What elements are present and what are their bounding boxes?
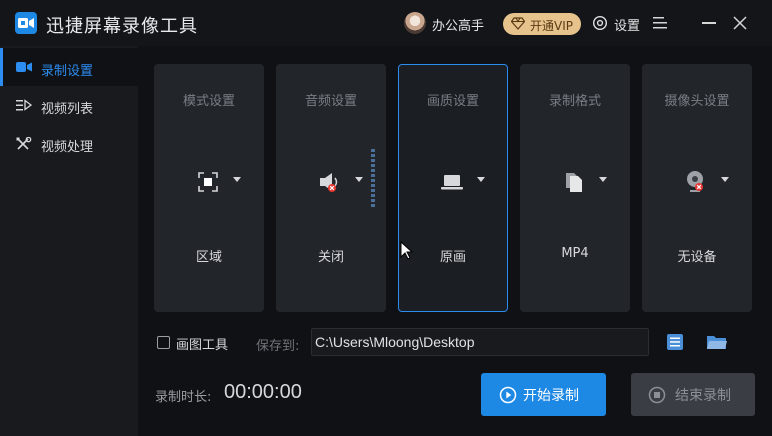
- vip-button-label: 开通VIP: [530, 19, 573, 33]
- video-camera-icon: [16, 62, 32, 72]
- play-list-icon: [16, 99, 32, 111]
- play-circle-icon: [499, 386, 517, 404]
- webcam-disabled-icon: [687, 171, 703, 192]
- start-recording-button[interactable]: 开始录制: [481, 373, 606, 416]
- file-list-icon[interactable]: [666, 333, 684, 351]
- chevron-down-icon[interactable]: [599, 177, 607, 182]
- app-logo-icon: [15, 12, 37, 34]
- sidebar-item-video-processing[interactable]: 视频处理: [0, 124, 138, 162]
- card-title: 音频设置: [304, 94, 357, 109]
- chevron-down-icon[interactable]: [721, 177, 729, 182]
- start-recording-label: 开始录制: [523, 388, 579, 404]
- sidebar-item-record-settings[interactable]: 录制设置: [0, 48, 138, 86]
- chevron-down-icon[interactable]: [355, 177, 363, 182]
- format-settings-card[interactable]: 录制格式 MP4: [520, 64, 630, 312]
- sidebar-item-label: 视频列表: [41, 102, 94, 117]
- region-select-icon: [198, 172, 218, 192]
- mouse-cursor-icon: [400, 241, 414, 260]
- card-title: 摄像头设置: [664, 94, 730, 109]
- diamond-icon: [511, 17, 525, 30]
- tools-icon: [16, 137, 32, 150]
- card-value: 原画: [439, 250, 466, 265]
- card-value: MP4: [561, 246, 589, 261]
- draw-tool-checkbox[interactable]: [157, 336, 170, 349]
- stop-recording-button[interactable]: 结束录制: [631, 373, 755, 416]
- card-title: 录制格式: [548, 94, 601, 109]
- draw-tool-label[interactable]: 画图工具: [176, 334, 228, 353]
- duration-label: 录制时长:: [155, 390, 212, 405]
- active-indicator: [0, 48, 3, 86]
- duration-value: 00:00:00: [224, 381, 302, 403]
- laptop-icon: [441, 175, 463, 190]
- mode-settings-card[interactable]: 模式设置 区域: [154, 64, 264, 312]
- card-title: 画质设置: [426, 94, 479, 109]
- title-bar: 迅捷屏幕录像工具 办公高手 开通VIP 设置: [0, 0, 772, 46]
- save-to-label: 保存到:: [256, 339, 300, 354]
- minimize-icon[interactable]: [702, 22, 716, 24]
- avatar[interactable]: [404, 12, 426, 34]
- card-value: 无设备: [677, 250, 717, 265]
- folder-open-icon[interactable]: [706, 333, 728, 351]
- quality-settings-card[interactable]: 画质设置 原画: [398, 64, 508, 312]
- username[interactable]: 办公高手: [432, 15, 484, 34]
- stop-circle-icon: [648, 386, 666, 404]
- sidebar: 录制设置 视频列表 视频处理: [0, 46, 138, 436]
- card-title: 模式设置: [182, 94, 235, 109]
- vip-button[interactable]: 开通VIP: [503, 13, 581, 35]
- sidebar-item-label: 录制设置: [41, 64, 94, 79]
- gear-icon: [592, 15, 608, 31]
- speaker-muted-icon: [320, 173, 338, 192]
- chevron-down-icon[interactable]: [233, 177, 241, 182]
- close-icon[interactable]: [733, 16, 747, 30]
- save-path-field[interactable]: [311, 328, 649, 356]
- volume-meter: [371, 149, 375, 209]
- audio-settings-card[interactable]: 音频设置 关闭: [276, 64, 386, 312]
- camera-settings-card[interactable]: 摄像头设置 无设备: [642, 64, 752, 312]
- settings-label: 设置: [614, 19, 641, 34]
- app-title: 迅捷屏幕录像工具: [46, 16, 198, 37]
- chevron-down-icon[interactable]: [477, 177, 485, 182]
- card-value: 关闭: [317, 250, 344, 265]
- sidebar-item-label: 视频处理: [41, 140, 94, 155]
- card-value: 区域: [195, 250, 222, 265]
- stop-recording-label: 结束录制: [675, 388, 731, 404]
- menu-icon[interactable]: [653, 17, 667, 29]
- file-icon: [566, 173, 582, 192]
- sidebar-item-video-list[interactable]: 视频列表: [0, 86, 138, 124]
